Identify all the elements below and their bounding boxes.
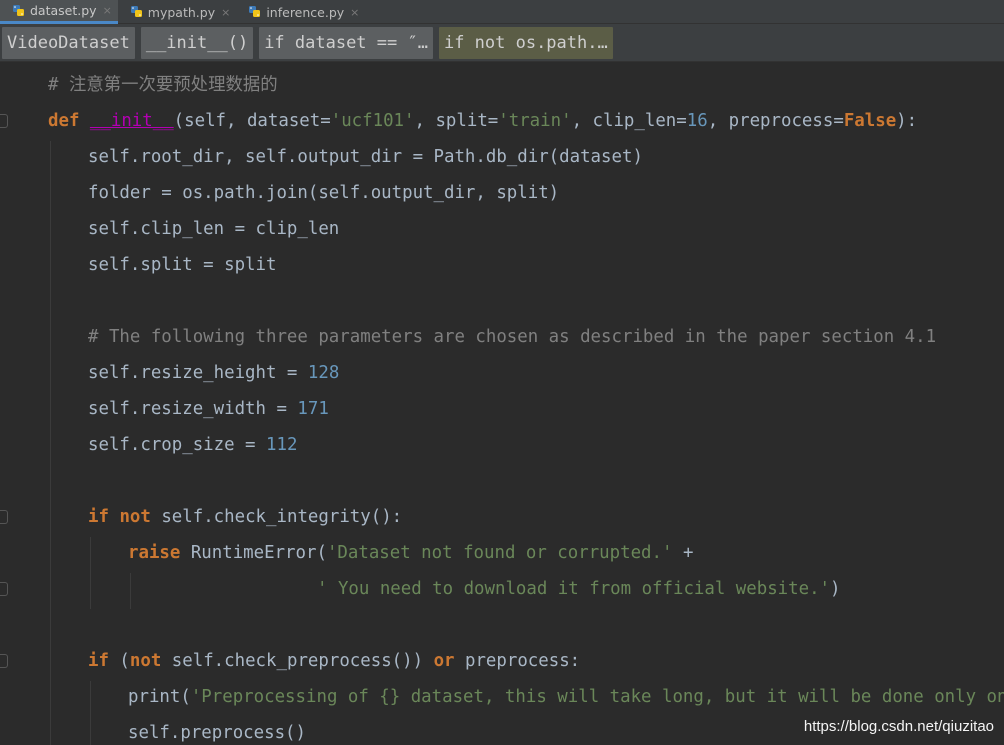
- code-line-5: self.clip_len = clip_len: [88, 219, 340, 239]
- code-line-6: self.split = split: [88, 255, 277, 275]
- fold-marker-icon[interactable]: [0, 114, 8, 128]
- code-line-11: if not self.check_integrity():: [88, 507, 403, 527]
- code-line-4: folder = os.path.join(self.output_dir, s…: [88, 183, 560, 203]
- breadcrumb: VideoDataset __init__() if dataset == ″……: [0, 24, 1004, 62]
- code-line-2: def __init__(self, dataset='ucf101', spl…: [48, 111, 918, 131]
- tab-mypath-py[interactable]: mypath.py ×: [118, 0, 237, 24]
- breadcrumb-if-dataset[interactable]: if dataset == ″…: [259, 27, 433, 59]
- close-tab-icon[interactable]: ×: [103, 4, 112, 17]
- code-line-3: self.root_dir, self.output_dir = Path.db…: [88, 147, 643, 167]
- breadcrumb-if-not-path[interactable]: if not os.path.…: [438, 27, 613, 59]
- indent-guide: [130, 573, 131, 609]
- tab-label: inference.py: [266, 4, 345, 20]
- tab-dataset-py[interactable]: dataset.py ×: [0, 0, 118, 24]
- code-line-10: self.crop_size = 112: [88, 435, 298, 455]
- breadcrumb-class[interactable]: VideoDataset: [2, 27, 135, 59]
- code-editor[interactable]: # 注意第一次要预处理数据的 def __init__(self, datase…: [0, 63, 1004, 745]
- tab-label: dataset.py: [30, 3, 97, 18]
- code-line-1: # 注意第一次要预处理数据的: [48, 75, 278, 95]
- close-tab-icon[interactable]: ×: [221, 6, 230, 19]
- indent-guide: [90, 681, 91, 745]
- tab-inference-py[interactable]: inference.py ×: [236, 0, 365, 24]
- python-file-icon: [130, 5, 144, 19]
- code-line-12: raise RuntimeError('Dataset not found or…: [128, 543, 694, 563]
- indent-guide: [50, 141, 51, 745]
- code-line-16: self.preprocess(): [128, 723, 306, 743]
- fold-marker-icon[interactable]: [0, 510, 8, 524]
- code-line-8: self.resize_height = 128: [88, 363, 340, 383]
- editor-tab-bar: dataset.py × mypath.py × inference.py ×: [0, 0, 1004, 24]
- code-line-7: # The following three parameters are cho…: [88, 327, 937, 347]
- fold-marker-icon[interactable]: [0, 654, 8, 668]
- code-line-9: self.resize_width = 171: [88, 399, 329, 419]
- fold-marker-icon[interactable]: [0, 582, 8, 596]
- python-file-icon: [248, 5, 262, 19]
- code-line-13: ' You need to download it from official …: [317, 579, 841, 599]
- code-line-15: print('Preprocessing of {} dataset, this…: [128, 687, 1004, 707]
- python-file-icon: [12, 4, 26, 18]
- watermark: https://blog.csdn.net/qiuzitao: [803, 718, 994, 735]
- code-line-14: if (not self.check_preprocess()) or prep…: [88, 651, 581, 671]
- breadcrumb-method[interactable]: __init__(): [140, 27, 254, 59]
- indent-guide: [90, 537, 91, 609]
- tab-label: mypath.py: [147, 4, 216, 20]
- close-tab-icon[interactable]: ×: [350, 6, 359, 19]
